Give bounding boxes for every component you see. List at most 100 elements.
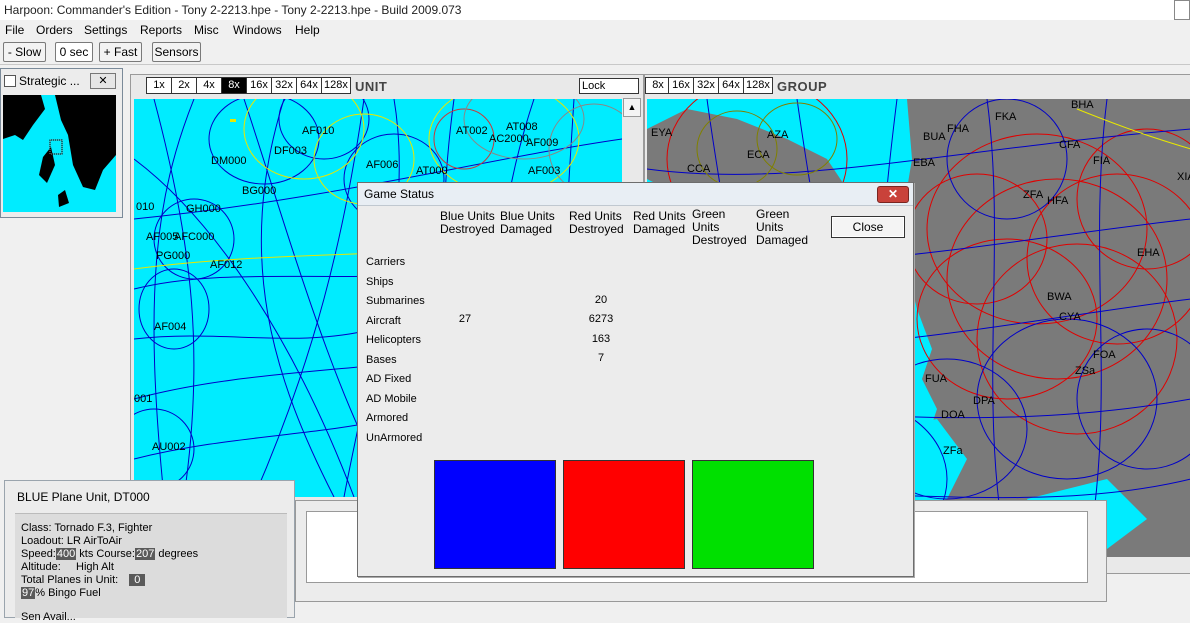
col-header-green-destroyed: Green Units Destroyed bbox=[692, 208, 747, 247]
menu-misc[interactable]: Misc bbox=[194, 23, 219, 37]
unit-label-af004[interactable]: AF004 bbox=[154, 321, 186, 333]
unit-zoom-64x[interactable]: 64x bbox=[296, 77, 322, 94]
group-label-fha[interactable]: FHA bbox=[947, 123, 969, 135]
group-label-zfa-lower[interactable]: ZFa bbox=[943, 445, 963, 457]
col-header-blue-destroyed: Blue Units Destroyed bbox=[440, 210, 495, 236]
row-label-helicopters: Helicopters bbox=[366, 334, 422, 346]
total-planes-value[interactable]: 0 bbox=[129, 574, 146, 586]
group-label-bua[interactable]: BUA bbox=[923, 131, 946, 143]
unit-label-af006[interactable]: AF006 bbox=[366, 159, 398, 171]
window-title: Harpoon: Commander's Edition - Tony 2-22… bbox=[4, 3, 462, 17]
group-label-bha[interactable]: BHA bbox=[1071, 99, 1094, 111]
col-header-red-destroyed: Red Units Destroyed bbox=[569, 210, 624, 236]
group-label-eba[interactable]: EBA bbox=[913, 157, 935, 169]
group-label-foa[interactable]: FOA bbox=[1093, 349, 1116, 361]
group-label-eya[interactable]: EYA bbox=[651, 127, 672, 139]
group-panel-title: GROUP bbox=[777, 79, 828, 94]
group-label-aza[interactable]: AZA bbox=[767, 129, 788, 141]
unit-label-af012[interactable]: AF012 bbox=[210, 259, 242, 271]
group-label-fka[interactable]: FKA bbox=[995, 111, 1016, 123]
unit-label-au002[interactable]: AU002 bbox=[152, 441, 186, 453]
value-red-destroyed-submarines: 20 bbox=[594, 294, 608, 306]
unit-label-ac2000[interactable]: AC2000 bbox=[489, 133, 529, 145]
value-red-destroyed-bases: 7 bbox=[597, 352, 605, 364]
window-control-button[interactable] bbox=[1174, 0, 1190, 20]
game-status-title: Game Status bbox=[364, 187, 435, 201]
group-zoom-16x[interactable]: 16x bbox=[668, 77, 694, 94]
sensors-button[interactable]: Sensors bbox=[152, 42, 201, 62]
unit-label-af003[interactable]: AF003 bbox=[528, 165, 560, 177]
unit-zoom-16x[interactable]: 16x bbox=[246, 77, 272, 94]
menu-orders[interactable]: Orders bbox=[36, 23, 73, 37]
slow-button[interactable]: - Slow bbox=[3, 42, 46, 62]
group-zoom-64x[interactable]: 64x bbox=[718, 77, 744, 94]
strategic-window-title: Strategic ... bbox=[19, 74, 80, 88]
group-zoom-32x[interactable]: 32x bbox=[693, 77, 719, 94]
unit-label-at000[interactable]: AT000 bbox=[416, 165, 448, 177]
fast-button[interactable]: + Fast bbox=[99, 42, 142, 62]
time-display-button[interactable]: 0 sec bbox=[55, 42, 93, 62]
red-side-swatch bbox=[563, 460, 685, 569]
unit-label-010[interactable]: 010 bbox=[136, 201, 154, 213]
group-label-xia[interactable]: XIA bbox=[1177, 171, 1190, 183]
unit-label-pg000[interactable]: PG000 bbox=[156, 250, 190, 262]
unit-label-001[interactable]: 001 bbox=[134, 393, 152, 405]
group-label-hfa[interactable]: HFA bbox=[1047, 195, 1068, 207]
speed-value[interactable]: 400 bbox=[55, 548, 77, 560]
unit-zoom-128x[interactable]: 128x bbox=[321, 77, 351, 94]
group-label-bwa[interactable]: BWA bbox=[1047, 291, 1072, 303]
course-unit: degrees bbox=[158, 548, 199, 560]
strategic-close-button[interactable]: ✕ bbox=[90, 73, 116, 89]
dialog-close-icon[interactable]: ✕ bbox=[877, 186, 909, 203]
row-label-armored: Armored bbox=[366, 412, 409, 424]
unit-label-at008[interactable]: AT008 bbox=[506, 121, 538, 133]
unit-label-dm000[interactable]: DM000 bbox=[211, 155, 246, 167]
unit-total-planes-row: Total Planes in Unit: 0 bbox=[21, 574, 146, 586]
group-label-cca[interactable]: CCA bbox=[687, 163, 710, 175]
blue-side-swatch bbox=[434, 460, 556, 569]
unit-panel-title: UNIT bbox=[355, 79, 388, 94]
group-label-dpa[interactable]: DPA bbox=[973, 395, 995, 407]
menu-reports[interactable]: Reports bbox=[140, 23, 182, 37]
speed-unit: kts bbox=[79, 548, 94, 560]
unit-label-gh000[interactable]: GH000 bbox=[186, 203, 221, 215]
green-side-swatch bbox=[692, 460, 814, 569]
group-label-cya[interactable]: CYA bbox=[1059, 311, 1081, 323]
col-header-line: Damaged bbox=[500, 222, 553, 236]
group-label-eha[interactable]: EHA bbox=[1137, 247, 1160, 259]
unit-zoom-8x[interactable]: 8x bbox=[221, 77, 247, 94]
unit-label-bg000[interactable]: BG000 bbox=[242, 185, 276, 197]
close-button[interactable]: Close bbox=[831, 216, 905, 238]
menu-settings[interactable]: Settings bbox=[84, 23, 127, 37]
menu-windows[interactable]: Windows bbox=[233, 23, 282, 37]
unit-label-df003[interactable]: DF003 bbox=[274, 145, 307, 157]
group-label-fia[interactable]: FIA bbox=[1093, 155, 1110, 167]
unit-label-af009[interactable]: AF009 bbox=[526, 137, 558, 149]
menu-help[interactable]: Help bbox=[295, 23, 320, 37]
group-label-cfa[interactable]: CFA bbox=[1059, 139, 1080, 151]
unit-label-at002[interactable]: AT002 bbox=[456, 125, 488, 137]
col-header-line: Destroyed bbox=[569, 222, 624, 236]
strategic-mini-map[interactable] bbox=[3, 95, 116, 212]
unit-fuel-row: 97% Bingo Fuel bbox=[21, 587, 101, 599]
unit-zoom-32x[interactable]: 32x bbox=[271, 77, 297, 94]
col-header-red-damaged: Red Units Damaged bbox=[633, 210, 686, 236]
unit-label-af010[interactable]: AF010 bbox=[302, 125, 334, 137]
col-header-line: Damaged bbox=[756, 233, 809, 247]
col-header-line: Destroyed bbox=[692, 233, 747, 247]
group-label-eca[interactable]: ECA bbox=[747, 149, 770, 161]
unit-zoom-2x[interactable]: 2x bbox=[171, 77, 197, 94]
unit-zoom-1x[interactable]: 1x bbox=[146, 77, 172, 94]
group-label-zsa[interactable]: ZSa bbox=[1075, 365, 1095, 377]
unit-zoom-4x[interactable]: 4x bbox=[196, 77, 222, 94]
course-value[interactable]: 207 bbox=[134, 548, 156, 560]
unit-class: Class: Tornado F.3, Fighter bbox=[21, 522, 153, 534]
group-label-fua[interactable]: FUA bbox=[925, 373, 947, 385]
group-label-doa[interactable]: DOA bbox=[941, 409, 965, 421]
unit-scroll-up-button[interactable]: ▲ bbox=[623, 98, 641, 117]
unit-label-afc000[interactable]: AFC000 bbox=[174, 231, 214, 243]
lock-field[interactable] bbox=[579, 78, 639, 94]
group-zoom-128x[interactable]: 128x bbox=[743, 77, 773, 94]
group-label-zfa[interactable]: ZFA bbox=[1023, 189, 1043, 201]
menu-file[interactable]: File bbox=[5, 23, 24, 37]
